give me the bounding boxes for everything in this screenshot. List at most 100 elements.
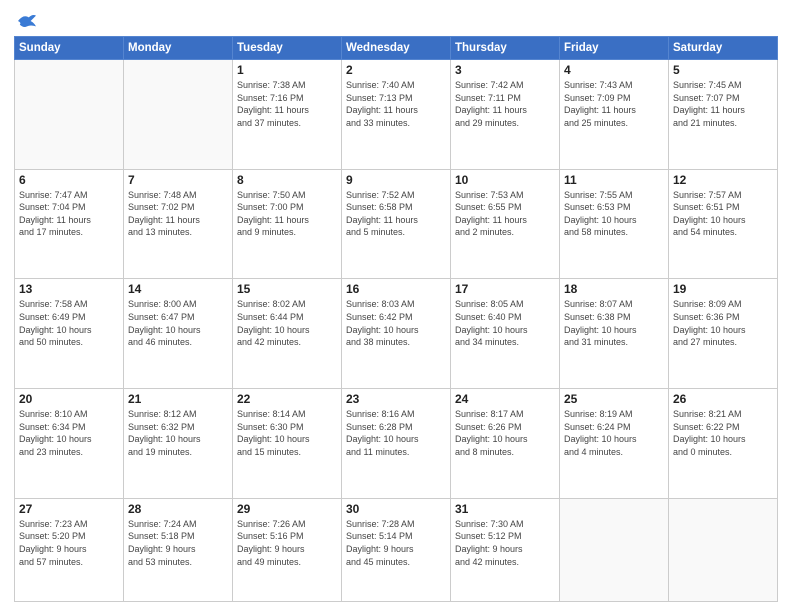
calendar-cell <box>669 498 778 601</box>
column-header-wednesday: Wednesday <box>342 37 451 60</box>
day-number: 11 <box>564 173 664 187</box>
day-info: Sunrise: 7:43 AM Sunset: 7:09 PM Dayligh… <box>564 79 664 129</box>
logo-text <box>14 12 38 30</box>
day-number: 22 <box>237 392 337 406</box>
day-number: 12 <box>673 173 773 187</box>
calendar-cell: 9 Sunrise: 7:52 AM Sunset: 6:58 PM Daylig… <box>342 169 451 279</box>
calendar-cell: 11 Sunrise: 7:55 AM Sunset: 6:53 PM Dayli… <box>560 169 669 279</box>
day-info: Sunrise: 8:03 AM Sunset: 6:42 PM Dayligh… <box>346 298 446 348</box>
day-info: Sunrise: 8:19 AM Sunset: 6:24 PM Dayligh… <box>564 408 664 458</box>
day-info: Sunrise: 8:21 AM Sunset: 6:22 PM Dayligh… <box>673 408 773 458</box>
calendar-cell: 28 Sunrise: 7:24 AM Sunset: 5:18 PM Dayli… <box>124 498 233 601</box>
day-info: Sunrise: 7:42 AM Sunset: 7:11 PM Dayligh… <box>455 79 555 129</box>
day-info: Sunrise: 7:28 AM Sunset: 5:14 PM Dayligh… <box>346 518 446 568</box>
calendar-cell: 18 Sunrise: 8:07 AM Sunset: 6:38 PM Dayli… <box>560 279 669 389</box>
day-info: Sunrise: 7:50 AM Sunset: 7:00 PM Dayligh… <box>237 189 337 239</box>
calendar-cell: 25 Sunrise: 8:19 AM Sunset: 6:24 PM Dayli… <box>560 389 669 499</box>
day-number: 13 <box>19 282 119 296</box>
day-info: Sunrise: 7:40 AM Sunset: 7:13 PM Dayligh… <box>346 79 446 129</box>
day-number: 15 <box>237 282 337 296</box>
calendar-week-row: 1 Sunrise: 7:38 AM Sunset: 7:16 PM Daylig… <box>15 60 778 170</box>
day-info: Sunrise: 8:07 AM Sunset: 6:38 PM Dayligh… <box>564 298 664 348</box>
column-header-thursday: Thursday <box>451 37 560 60</box>
day-info: Sunrise: 7:57 AM Sunset: 6:51 PM Dayligh… <box>673 189 773 239</box>
day-number: 27 <box>19 502 119 516</box>
calendar-cell: 24Sunrise: 8:17 AM Sunset: 6:26 PM Dayli… <box>451 389 560 499</box>
column-header-friday: Friday <box>560 37 669 60</box>
day-info: Sunrise: 7:38 AM Sunset: 7:16 PM Dayligh… <box>237 79 337 129</box>
calendar-cell: 22 Sunrise: 8:14 AM Sunset: 6:30 PM Dayli… <box>233 389 342 499</box>
calendar-cell: 8 Sunrise: 7:50 AM Sunset: 7:00 PM Daylig… <box>233 169 342 279</box>
calendar-cell: 2 Sunrise: 7:40 AM Sunset: 7:13 PM Daylig… <box>342 60 451 170</box>
day-number: 1 <box>237 63 337 77</box>
day-number: 31 <box>455 502 555 516</box>
calendar-cell: 12 Sunrise: 7:57 AM Sunset: 6:51 PM Dayli… <box>669 169 778 279</box>
calendar-cell: 27 Sunrise: 7:23 AM Sunset: 5:20 PM Dayli… <box>15 498 124 601</box>
day-number: 3 <box>455 63 555 77</box>
calendar-cell: 26 Sunrise: 8:21 AM Sunset: 6:22 PM Dayli… <box>669 389 778 499</box>
logo-bird-icon <box>16 12 38 30</box>
day-info: Sunrise: 7:24 AM Sunset: 5:18 PM Dayligh… <box>128 518 228 568</box>
day-number: 21 <box>128 392 228 406</box>
day-number: 20 <box>19 392 119 406</box>
day-number: 2 <box>346 63 446 77</box>
day-number: 6 <box>19 173 119 187</box>
day-number: 30 <box>346 502 446 516</box>
day-number: 25 <box>564 392 664 406</box>
day-info: Sunrise: 7:45 AM Sunset: 7:07 PM Dayligh… <box>673 79 773 129</box>
day-number: 9 <box>346 173 446 187</box>
day-number: 10 <box>455 173 555 187</box>
calendar-cell: 23Sunrise: 8:16 AM Sunset: 6:28 PM Dayli… <box>342 389 451 499</box>
calendar-cell <box>15 60 124 170</box>
logo <box>14 12 38 30</box>
calendar-cell: 5 Sunrise: 7:45 AM Sunset: 7:07 PM Daylig… <box>669 60 778 170</box>
calendar-cell: 10 Sunrise: 7:53 AM Sunset: 6:55 PM Dayli… <box>451 169 560 279</box>
calendar-week-row: 6 Sunrise: 7:47 AM Sunset: 7:04 PM Daylig… <box>15 169 778 279</box>
calendar-cell: 1 Sunrise: 7:38 AM Sunset: 7:16 PM Daylig… <box>233 60 342 170</box>
day-info: Sunrise: 7:58 AM Sunset: 6:49 PM Dayligh… <box>19 298 119 348</box>
day-number: 8 <box>237 173 337 187</box>
calendar-cell: 4 Sunrise: 7:43 AM Sunset: 7:09 PM Daylig… <box>560 60 669 170</box>
day-number: 29 <box>237 502 337 516</box>
calendar-cell: 3 Sunrise: 7:42 AM Sunset: 7:11 PM Daylig… <box>451 60 560 170</box>
calendar-cell: 6 Sunrise: 7:47 AM Sunset: 7:04 PM Daylig… <box>15 169 124 279</box>
day-number: 28 <box>128 502 228 516</box>
day-number: 4 <box>564 63 664 77</box>
calendar-week-row: 27 Sunrise: 7:23 AM Sunset: 5:20 PM Dayli… <box>15 498 778 601</box>
day-number: 5 <box>673 63 773 77</box>
calendar-cell: 20 Sunrise: 8:10 AM Sunset: 6:34 PM Dayli… <box>15 389 124 499</box>
calendar-week-row: 13 Sunrise: 7:58 AM Sunset: 6:49 PM Dayli… <box>15 279 778 389</box>
column-header-monday: Monday <box>124 37 233 60</box>
calendar-cell: 7 Sunrise: 7:48 AM Sunset: 7:02 PM Daylig… <box>124 169 233 279</box>
calendar-cell: 31Sunrise: 7:30 AM Sunset: 5:12 PM Dayli… <box>451 498 560 601</box>
day-number: 14 <box>128 282 228 296</box>
calendar-week-row: 20 Sunrise: 8:10 AM Sunset: 6:34 PM Dayli… <box>15 389 778 499</box>
calendar-cell: 13 Sunrise: 7:58 AM Sunset: 6:49 PM Dayli… <box>15 279 124 389</box>
calendar-header-row: SundayMondayTuesdayWednesdayThursdayFrid… <box>15 37 778 60</box>
day-info: Sunrise: 7:48 AM Sunset: 7:02 PM Dayligh… <box>128 189 228 239</box>
calendar-cell: 14Sunrise: 8:00 AM Sunset: 6:47 PM Dayli… <box>124 279 233 389</box>
calendar-cell: 19Sunrise: 8:09 AM Sunset: 6:36 PM Dayli… <box>669 279 778 389</box>
day-info: Sunrise: 8:10 AM Sunset: 6:34 PM Dayligh… <box>19 408 119 458</box>
day-number: 23 <box>346 392 446 406</box>
column-header-tuesday: Tuesday <box>233 37 342 60</box>
day-number: 26 <box>673 392 773 406</box>
day-info: Sunrise: 7:53 AM Sunset: 6:55 PM Dayligh… <box>455 189 555 239</box>
day-info: Sunrise: 8:09 AM Sunset: 6:36 PM Dayligh… <box>673 298 773 348</box>
day-info: Sunrise: 8:14 AM Sunset: 6:30 PM Dayligh… <box>237 408 337 458</box>
day-number: 7 <box>128 173 228 187</box>
day-info: Sunrise: 7:47 AM Sunset: 7:04 PM Dayligh… <box>19 189 119 239</box>
day-number: 18 <box>564 282 664 296</box>
calendar-cell <box>560 498 669 601</box>
day-info: Sunrise: 7:23 AM Sunset: 5:20 PM Dayligh… <box>19 518 119 568</box>
day-info: Sunrise: 7:52 AM Sunset: 6:58 PM Dayligh… <box>346 189 446 239</box>
day-info: Sunrise: 7:26 AM Sunset: 5:16 PM Dayligh… <box>237 518 337 568</box>
day-info: Sunrise: 7:55 AM Sunset: 6:53 PM Dayligh… <box>564 189 664 239</box>
calendar-cell <box>124 60 233 170</box>
column-header-saturday: Saturday <box>669 37 778 60</box>
calendar-cell: 21Sunrise: 8:12 AM Sunset: 6:32 PM Dayli… <box>124 389 233 499</box>
day-number: 16 <box>346 282 446 296</box>
calendar-cell: 30 Sunrise: 7:28 AM Sunset: 5:14 PM Dayli… <box>342 498 451 601</box>
header <box>14 12 778 30</box>
column-header-sunday: Sunday <box>15 37 124 60</box>
